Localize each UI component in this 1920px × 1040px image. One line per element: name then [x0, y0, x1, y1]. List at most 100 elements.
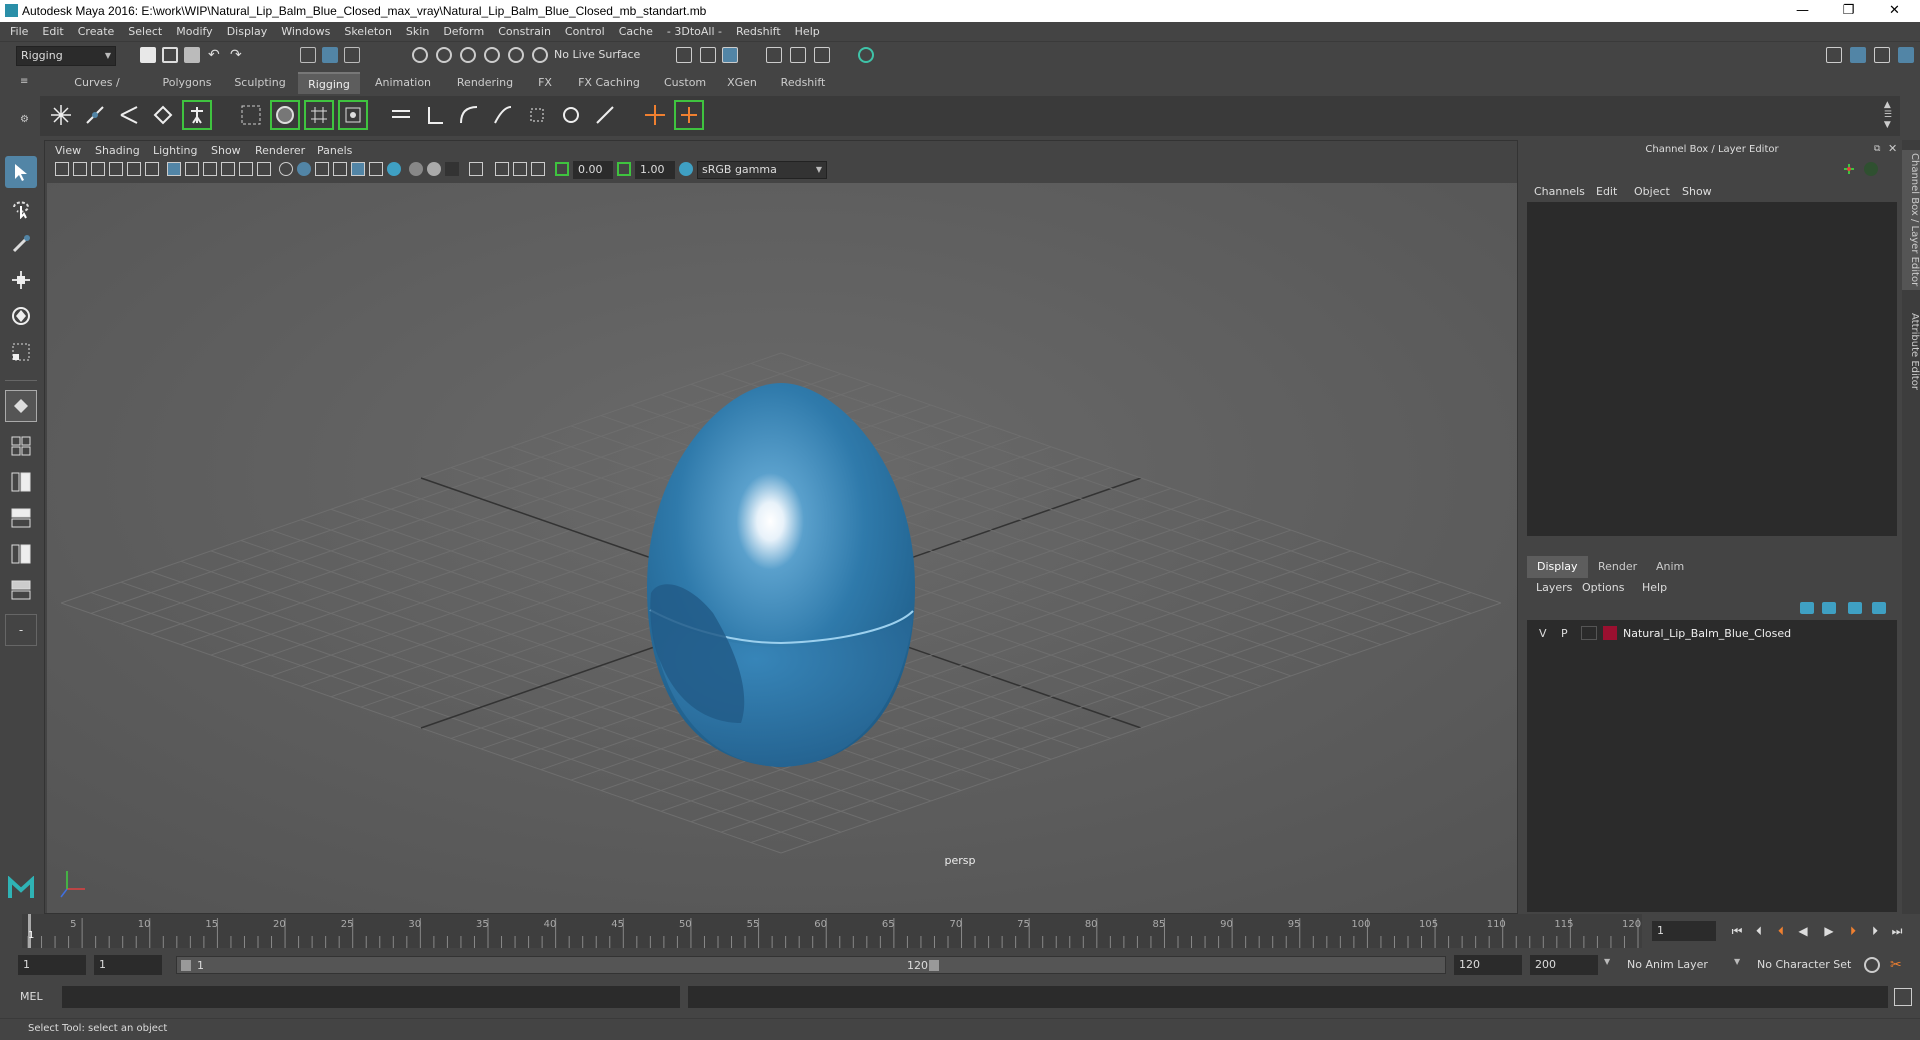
cb-menu-show[interactable]: Show — [1682, 185, 1712, 198]
chevron-down-icon[interactable]: ▼ — [1604, 957, 1610, 966]
ik-handle-icon[interactable] — [114, 100, 144, 130]
modeling-toolkit-icon[interactable] — [1826, 47, 1842, 63]
bookmark-icon[interactable] — [91, 162, 105, 176]
le-menu-options[interactable]: Options — [1582, 581, 1624, 594]
hypershade-icon[interactable] — [858, 47, 874, 63]
playback-end-field[interactable]: 120 — [1454, 955, 1522, 975]
use-all-lights-icon[interactable] — [351, 162, 365, 176]
menu-deform[interactable]: Deform — [436, 22, 491, 42]
multisample-aa-icon[interactable] — [427, 162, 441, 176]
shelf-menu-icon[interactable]: ≡ — [20, 76, 32, 88]
paint-select-icon[interactable] — [5, 228, 37, 260]
tab-polygons[interactable]: Polygons — [154, 72, 220, 94]
xray-joints-icon[interactable] — [513, 162, 527, 176]
command-language-label[interactable]: MEL — [20, 990, 43, 1003]
go-to-end-icon[interactable]: ⏭ — [1890, 924, 1904, 938]
restore-button[interactable]: ❐ — [1826, 0, 1871, 22]
menu-control[interactable]: Control — [558, 22, 612, 42]
joint-label-icon[interactable] — [674, 100, 704, 130]
close-panel-icon[interactable]: ✕ — [1888, 142, 1897, 155]
menu-windows[interactable]: Windows — [274, 22, 337, 42]
tab-rigging[interactable]: Rigging — [298, 72, 360, 94]
menu-skin[interactable]: Skin — [399, 22, 436, 42]
tab-curves-surfaces[interactable]: Curves / Surfaces — [44, 72, 150, 111]
tab-fx[interactable]: FX — [528, 72, 562, 94]
move-tool-icon[interactable] — [5, 264, 37, 296]
layout-menu-icon[interactable]: - — [5, 614, 37, 646]
menu-help[interactable]: Help — [788, 22, 827, 42]
interactive-bind-icon[interactable] — [270, 100, 300, 130]
animation-preferences-icon[interactable]: ✂ — [1890, 957, 1906, 973]
menu-file[interactable]: File — [0, 22, 35, 42]
pole-vector-icon[interactable] — [590, 100, 620, 130]
lattice-icon[interactable] — [304, 100, 334, 130]
smooth-bind-icon[interactable] — [236, 100, 266, 130]
tab-channel-box-layer-editor[interactable]: Channel Box / Layer Editor — [1902, 150, 1920, 290]
vp-menu-lighting[interactable]: Lighting — [153, 144, 197, 157]
live-surface-field[interactable]: No Live Surface — [550, 46, 648, 66]
shelf-settings-icon[interactable]: ⚙ — [20, 114, 32, 126]
make-live-icon[interactable] — [532, 47, 548, 63]
resolution-gate-icon[interactable] — [203, 162, 217, 176]
point-constraint-icon[interactable] — [420, 100, 450, 130]
manipulator-icon[interactable] — [1864, 162, 1878, 176]
render-settings-icon[interactable] — [814, 47, 830, 63]
command-input[interactable] — [62, 986, 680, 1008]
tab-render[interactable]: Render — [1588, 556, 1647, 578]
save-scene-icon[interactable] — [184, 47, 200, 63]
redo-icon[interactable]: ↷ — [230, 47, 246, 63]
tab-attribute-editor[interactable]: Attribute Editor — [1902, 306, 1920, 396]
character-set-dropdown[interactable]: No Character Set — [1752, 955, 1862, 975]
blend-shape-icon[interactable] — [386, 100, 416, 130]
go-to-start-icon[interactable]: ⏮ — [1730, 924, 1744, 938]
float-panel-icon[interactable]: ⧉ — [1874, 144, 1880, 154]
tab-rendering[interactable]: Rendering — [446, 72, 524, 94]
vp-menu-renderer[interactable]: Renderer — [255, 144, 305, 157]
exposure-icon[interactable] — [555, 162, 569, 176]
range-bar[interactable]: 1 120 — [176, 956, 1446, 974]
select-object-icon[interactable] — [322, 47, 338, 63]
tab-anim[interactable]: Anim — [1646, 556, 1694, 578]
time-ruler[interactable]: 5 10 15 20 25 30 35 40 45 50 55 60 65 70 75 80 85 90 95 100… — [22, 914, 1642, 948]
play-backwards-icon[interactable]: ◀ — [1796, 924, 1810, 938]
rotate-tool-icon[interactable] — [5, 300, 37, 332]
tab-sculpting[interactable]: Sculpting — [224, 72, 296, 94]
humanik-icon[interactable] — [182, 100, 212, 130]
cluster-icon[interactable] — [338, 100, 368, 130]
menu-modify[interactable]: Modify — [169, 22, 219, 42]
tab-custom[interactable]: Custom — [656, 72, 714, 94]
step-forward-frame-icon[interactable]: ⏵ — [1868, 924, 1882, 938]
ipr-render-icon[interactable] — [790, 47, 806, 63]
range-start-handle[interactable] — [181, 960, 191, 971]
current-frame-field[interactable]: 1 — [1652, 921, 1716, 941]
output-ops-icon[interactable] — [700, 47, 716, 63]
shadows-icon[interactable] — [369, 162, 383, 176]
input-ops-icon[interactable] — [676, 47, 692, 63]
step-back-key-icon[interactable]: ⏴ — [1774, 924, 1788, 938]
film-gate-icon[interactable] — [185, 162, 199, 176]
vp-menu-shading[interactable]: Shading — [95, 144, 140, 157]
construction-history-icon[interactable] — [722, 47, 738, 63]
auto-key-icon[interactable] — [1864, 957, 1880, 973]
layer-playback-toggle[interactable]: P — [1561, 627, 1568, 640]
le-menu-help[interactable]: Help — [1642, 581, 1667, 594]
layer-visibility-toggle[interactable]: V — [1539, 627, 1547, 640]
menu-create[interactable]: Create — [71, 22, 122, 42]
hypershade-layout-icon[interactable] — [5, 538, 37, 570]
tab-animation[interactable]: Animation — [364, 72, 442, 94]
tool-settings-toggle-icon[interactable] — [1874, 47, 1890, 63]
vp-menu-panels[interactable]: Panels — [317, 144, 352, 157]
cb-menu-edit[interactable]: Edit — [1596, 185, 1617, 198]
view-transform-icon[interactable] — [679, 162, 693, 176]
viewport-canvas[interactable] — [47, 183, 1517, 913]
cb-menu-channels[interactable]: Channels — [1534, 185, 1585, 198]
minimize-button[interactable]: — — [1780, 0, 1825, 22]
xray-icon[interactable] — [495, 162, 509, 176]
cb-menu-object[interactable]: Object — [1634, 185, 1670, 198]
le-menu-layers[interactable]: Layers — [1536, 581, 1572, 594]
new-scene-icon[interactable] — [140, 47, 156, 63]
select-tool-icon[interactable] — [5, 156, 37, 188]
four-view-layout-icon[interactable] — [5, 430, 37, 462]
select-camera-icon[interactable] — [55, 162, 69, 176]
step-forward-key-icon[interactable]: ⏵ — [1846, 924, 1860, 938]
